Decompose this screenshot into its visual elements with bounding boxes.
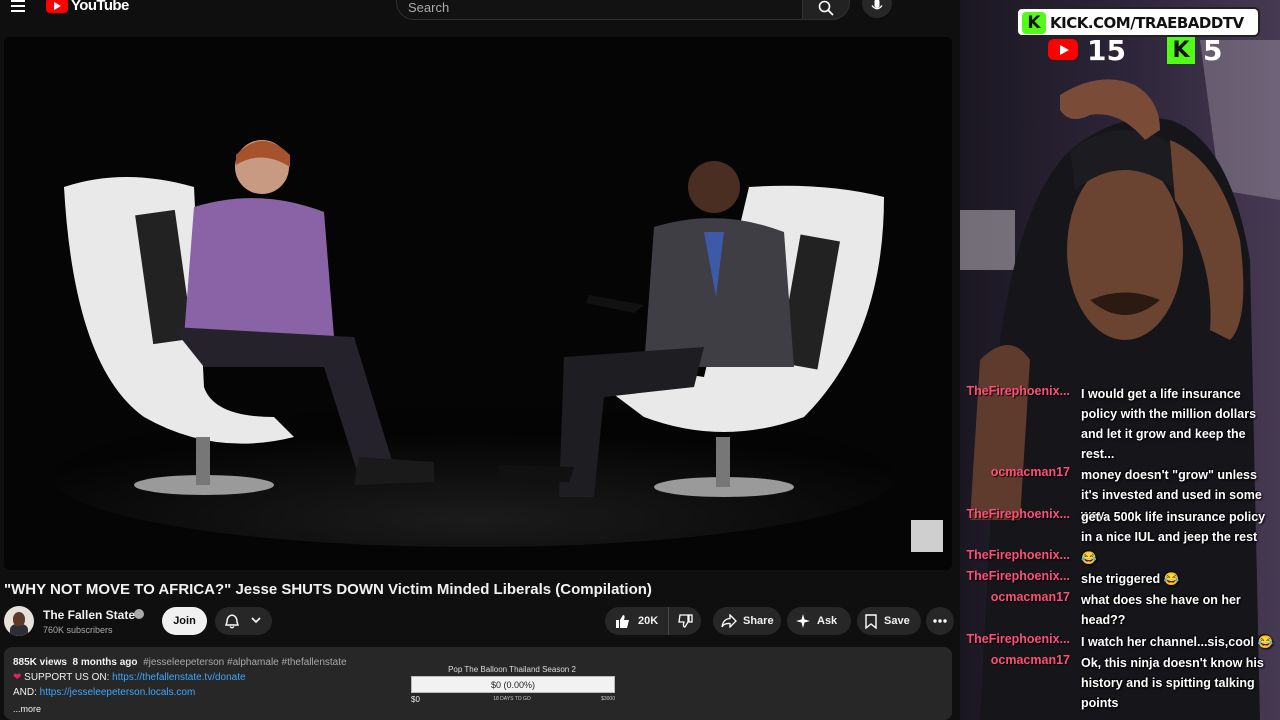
- chevron-down-icon: [251, 617, 261, 624]
- hashtags[interactable]: #jesseleepeterson #alphamale #thefallens…: [143, 657, 346, 668]
- search-icon: [818, 0, 834, 16]
- dislike-button[interactable]: [669, 607, 701, 635]
- share-icon: [721, 614, 737, 628]
- search-button[interactable]: [802, 0, 850, 20]
- and-line: AND: https://jesseleepeterson.locals.com: [13, 687, 195, 698]
- description-box[interactable]: 885K views 8 months ago #jesseleepeterso…: [4, 647, 952, 720]
- goal-value: $0 (0.00%): [490, 680, 536, 690]
- chat-text: Ok, this ninja doesn't know his history …: [1081, 656, 1264, 710]
- search-placeholder: Search: [408, 0, 450, 15]
- chat-text: what does she have on her head??: [1081, 593, 1241, 627]
- youtube-viewers-icon: [1048, 39, 1078, 60]
- thumbs-down-icon: [677, 614, 693, 628]
- subscriber-count: 760K subscribers: [43, 625, 113, 635]
- video-frame: [4, 37, 952, 570]
- subscription-notification-button[interactable]: [215, 607, 272, 635]
- donate-link[interactable]: https://thefallenstate.tv/donate: [112, 672, 245, 683]
- chat-text: 😂: [1081, 551, 1097, 565]
- microphone-icon: [871, 0, 883, 10]
- thumbs-up-icon: [616, 615, 629, 628]
- ask-label: Ask: [817, 615, 838, 627]
- chat-username: ocmacman17: [990, 653, 1070, 667]
- owner-row: The Fallen State 760K subscribers Join 2…: [4, 606, 954, 638]
- chat-username: TheFirephoenix...: [966, 632, 1071, 646]
- chat-username: TheFirephoenix...: [966, 384, 1071, 398]
- sparkle-icon: [796, 614, 810, 628]
- chat-username: ocmacman17: [990, 590, 1070, 604]
- view-count: 885K views: [13, 657, 67, 668]
- hamburger-menu-icon[interactable]: [11, 0, 27, 12]
- youtube-logo[interactable]: YouTube: [46, 0, 129, 14]
- verified-icon: [134, 609, 144, 619]
- more-actions-button[interactable]: [926, 607, 954, 635]
- chat-text: I would get a life insurance policy with…: [1081, 387, 1257, 461]
- chat-username: ocmacman17: [990, 465, 1070, 479]
- channel-watermark[interactable]: [911, 520, 943, 552]
- bell-icon: [225, 614, 239, 629]
- chat-username: TheFirephoenix...: [966, 569, 1071, 583]
- upload-date: 8 months ago: [72, 657, 138, 668]
- chat-username: TheFirephoenix...: [966, 548, 1071, 562]
- video-player[interactable]: [4, 37, 952, 570]
- share-label: Share: [743, 615, 774, 627]
- search-input[interactable]: Search: [396, 0, 802, 20]
- kick-logo-icon: K: [1022, 12, 1046, 34]
- youtube-logo-text: YouTube: [71, 0, 129, 14]
- youtube-page: YouTube Search "WHY NOT MOVE TO AFRICA?"…: [0, 0, 960, 720]
- and-prefix: AND:: [13, 687, 40, 698]
- chat-username: TheFirephoenix...: [966, 507, 1071, 521]
- chat-text: she triggered 😂: [1081, 572, 1180, 586]
- chat-text: get a 500k life insurance policy in a ni…: [1081, 510, 1266, 544]
- support-line: ❤ SUPPORT US ON: https://thefallenstate.…: [13, 672, 246, 683]
- kick-viewer-count: 5: [1203, 34, 1223, 67]
- support-prefix: SUPPORT US ON:: [21, 672, 113, 683]
- like-dislike-group: 20K: [605, 607, 701, 635]
- youtube-viewer-count: 15: [1087, 34, 1126, 67]
- description-meta: 885K views 8 months ago #jesseleepeterso…: [13, 657, 347, 668]
- bookmark-icon: [865, 613, 877, 629]
- kick-channel-banner: K KICK.COM/TRAEBADDTV: [1016, 7, 1260, 37]
- share-button[interactable]: Share: [713, 607, 781, 635]
- chat-text: I watch her channel...sis,cool 😂: [1081, 635, 1274, 649]
- donation-goal-widget: Pop The Balloon Thailand Season 2 $0 (0.…: [407, 658, 617, 708]
- screen: YouTube Search "WHY NOT MOVE TO AFRICA?"…: [0, 0, 1280, 720]
- goal-progress-bar: $0 (0.00%): [411, 676, 615, 693]
- youtube-topbar: YouTube Search: [0, 0, 960, 24]
- save-label: Save: [884, 615, 910, 627]
- locals-link[interactable]: https://jesseleepeterson.locals.com: [40, 687, 196, 698]
- more-horizontal-icon: [933, 619, 947, 623]
- voice-search-button[interactable]: [862, 0, 892, 18]
- channel-avatar[interactable]: [4, 606, 34, 636]
- join-button[interactable]: Join: [162, 607, 207, 635]
- show-more-button[interactable]: ...more: [13, 704, 41, 714]
- kick-viewers-icon: K: [1167, 37, 1195, 64]
- save-button[interactable]: Save: [857, 607, 921, 635]
- youtube-play-icon: [46, 0, 68, 13]
- video-title: "WHY NOT MOVE TO AFRICA?" Jesse SHUTS DO…: [4, 581, 652, 598]
- streamer-panel: K KICK.COM/TRAEBADDTV 15 K 5 TheFirephoe…: [960, 0, 1280, 720]
- kick-url: KICK.COM/TRAEBADDTV: [1050, 14, 1244, 32]
- goal-max: $3000: [601, 696, 615, 702]
- goal-title: Pop The Balloon Thailand Season 2: [448, 665, 576, 674]
- like-button[interactable]: 20K: [605, 607, 669, 635]
- ask-button[interactable]: Ask: [787, 607, 851, 635]
- like-count: 20K: [638, 615, 659, 627]
- goal-days-left: 18 DAYS TO GO: [493, 696, 531, 702]
- channel-name[interactable]: The Fallen State: [43, 608, 135, 622]
